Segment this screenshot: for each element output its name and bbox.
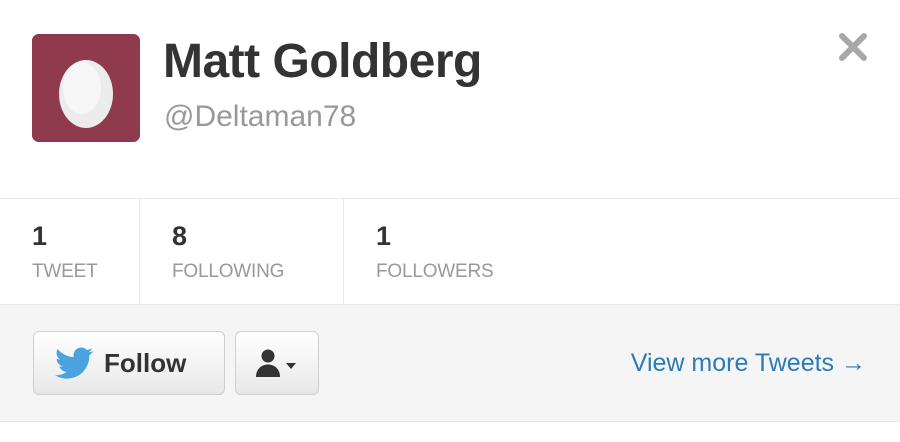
card-bottom-edge — [0, 422, 900, 442]
stat-followers-label: FOLLOWERS — [376, 261, 494, 282]
user-icon — [256, 349, 296, 377]
profile-actions-bar: Follow View more Tweets → — [0, 304, 900, 422]
stat-tweets-label: TWEET — [32, 261, 98, 282]
close-icon — [839, 33, 867, 61]
view-more-tweets-link[interactable]: View more Tweets → — [631, 347, 866, 379]
egg-avatar-icon — [32, 34, 140, 142]
caret-down-icon — [286, 363, 296, 369]
stat-tweets-value: 1 — [32, 221, 48, 251]
stat-tweets[interactable]: 1 TWEET — [0, 199, 140, 304]
stat-following[interactable]: 8 FOLLOWING — [140, 199, 344, 304]
profile-name[interactable]: Matt Goldberg — [163, 32, 482, 92]
profile-stats: 1 TWEET 8 FOLLOWING 1 FOLLOWERS — [0, 198, 900, 304]
stat-following-label: FOLLOWING — [172, 261, 285, 282]
stat-followers[interactable]: 1 FOLLOWERS — [344, 199, 900, 304]
follow-button-label: Follow — [104, 347, 187, 378]
follow-button[interactable]: Follow — [33, 331, 225, 395]
profile-header: Matt Goldberg @Deltaman78 — [0, 0, 900, 198]
profile-handle: @Deltaman78 — [164, 100, 357, 133]
stat-following-value: 8 — [172, 221, 188, 251]
user-actions-dropdown-button[interactable] — [235, 331, 319, 395]
twitter-bird-icon — [55, 347, 94, 379]
avatar[interactable] — [32, 34, 140, 142]
profile-popup-card: Matt Goldberg @Deltaman78 1 TWEET 8 FOLL… — [0, 0, 900, 442]
stat-followers-value: 1 — [376, 221, 392, 251]
close-button[interactable] — [834, 28, 872, 66]
